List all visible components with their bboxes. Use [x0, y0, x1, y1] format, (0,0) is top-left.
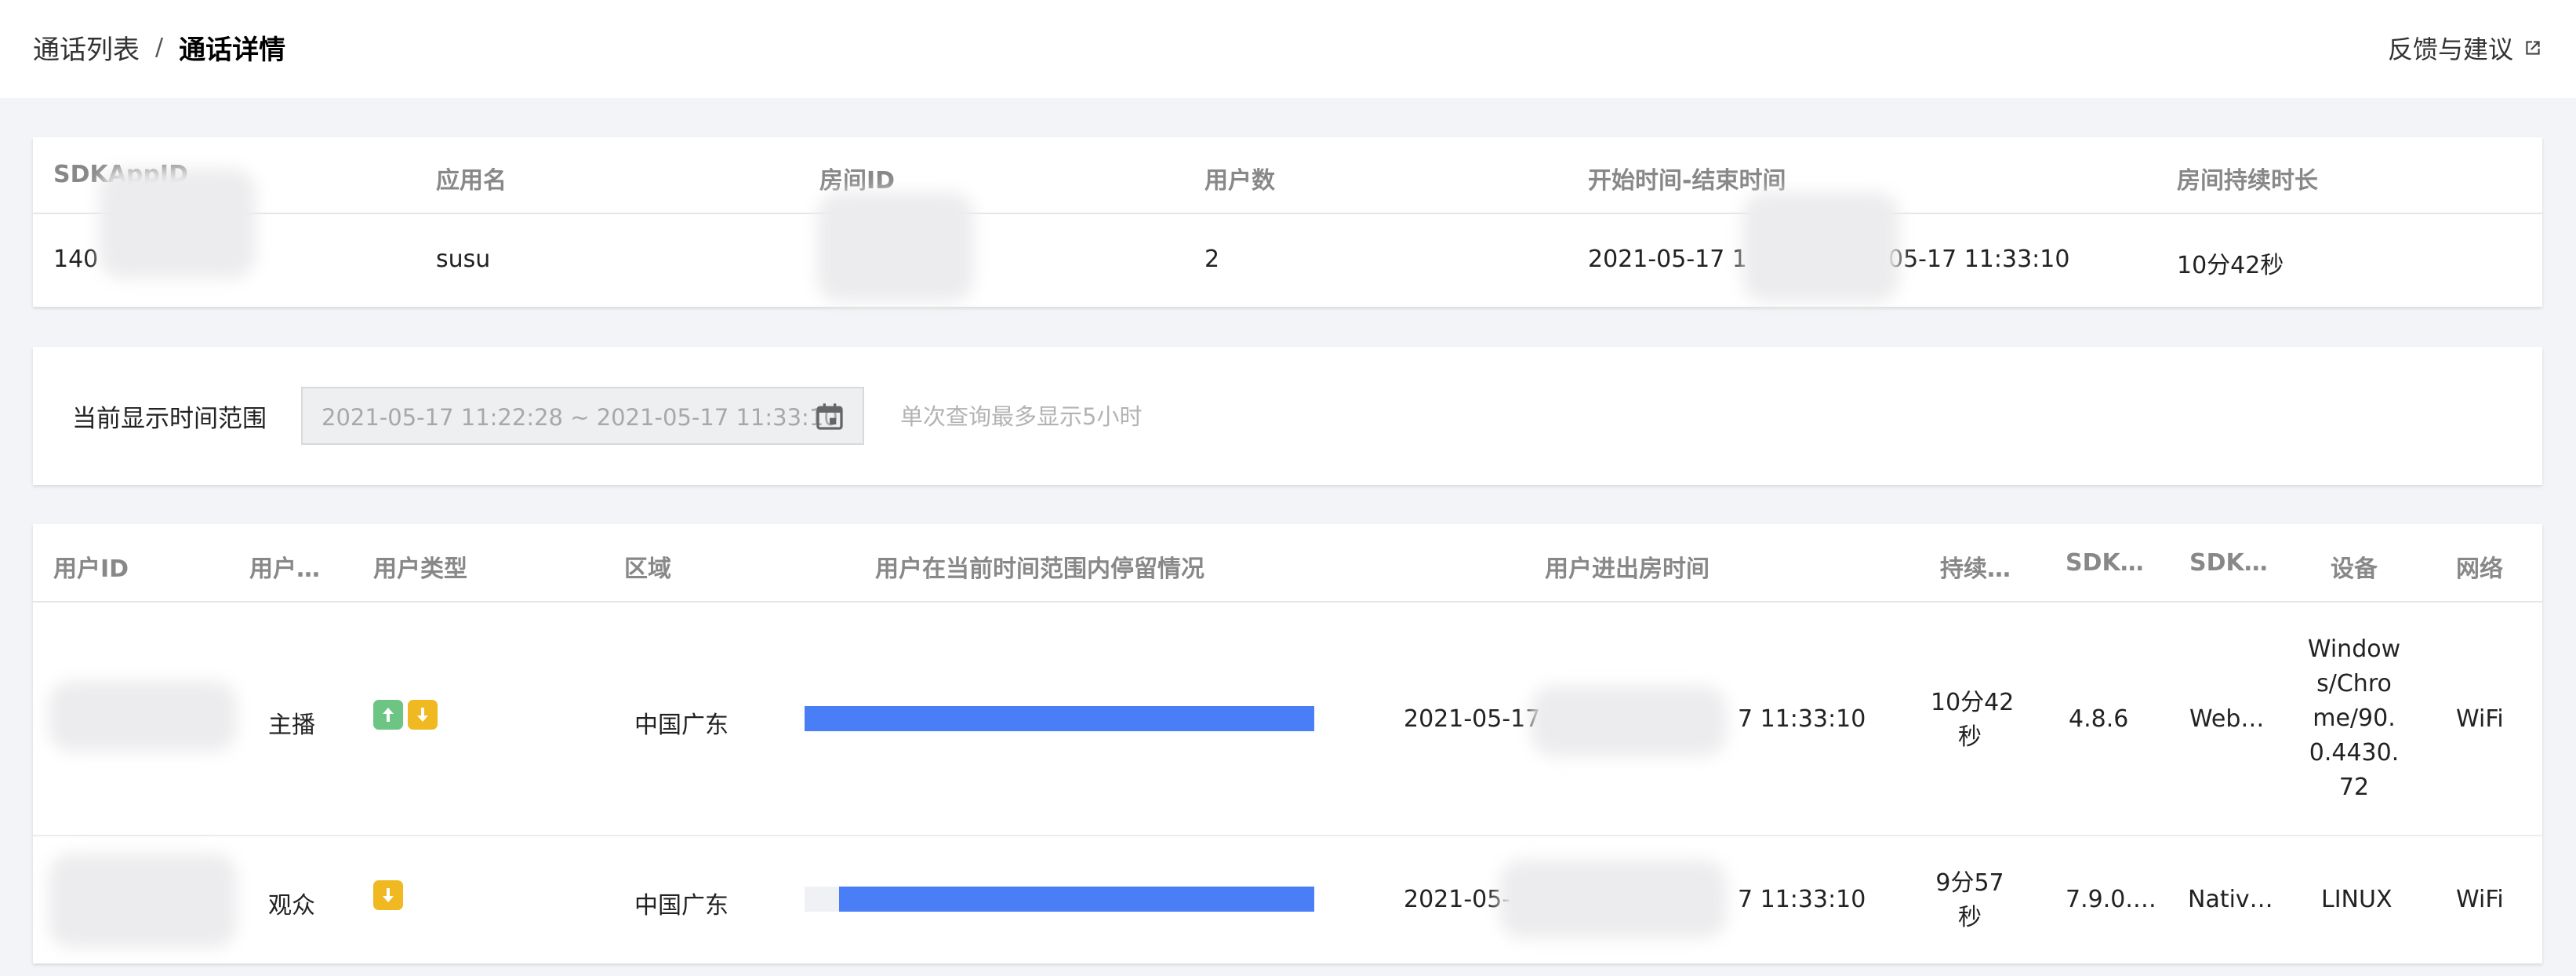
redacted-user-id: [49, 854, 237, 948]
col-user-id: 用户ID: [53, 555, 129, 583]
app-name-value: susu: [436, 246, 491, 273]
external-link-icon: [2526, 41, 2540, 55]
device-line: s/Chro: [2316, 670, 2392, 697]
time-range-label: 当前显示时间范围: [72, 405, 267, 433]
col-sdk-version: SDK…: [2066, 549, 2144, 577]
presence-bar-fill: [839, 887, 1314, 912]
col-user-name: 用户…: [249, 555, 320, 583]
join-time: 2021-05-17: [1404, 705, 1541, 733]
sdk-platform: Nativ…: [2188, 886, 2273, 913]
duration-line: 秒: [1958, 723, 1982, 751]
col-device: 设备: [2331, 555, 2378, 583]
room-summary-card: SDKAppID 应用名 房间ID 用户数 开始时间-结束时间 房间持续时长 1…: [33, 137, 2542, 307]
top-bar: 通话列表 / 通话详情 反馈与建议: [0, 0, 2576, 98]
duration-line: 9分57: [1935, 869, 2004, 897]
user-region: 中国广东: [634, 712, 728, 739]
leave-time: 7 11:33:10: [1738, 886, 1866, 913]
end-time-value: 05-17 11:33:10: [1888, 246, 2070, 273]
sdk-version: 7.9.0.…: [2066, 886, 2156, 913]
header-room-id: 房间ID: [819, 167, 896, 195]
downstream-icon: [408, 700, 438, 730]
header-user-count: 用户数: [1204, 167, 1275, 195]
sdkappid-value: 140: [53, 246, 99, 273]
col-join-leave-time: 用户进出房时间: [1545, 555, 1709, 583]
user-role: 主播: [268, 712, 315, 739]
calendar-icon: [816, 403, 843, 430]
presence-bar: [805, 706, 1314, 731]
device-info: LINUX: [2321, 886, 2393, 913]
redacted-user-id: [49, 681, 237, 752]
header-app-name: 应用名: [436, 167, 507, 195]
network-type: WiFi: [2456, 886, 2504, 913]
presence-bar: [805, 887, 1314, 912]
redacted-time: [1742, 192, 1899, 302]
col-user-type: 用户类型: [373, 555, 467, 583]
breadcrumb-separator: /: [155, 34, 164, 61]
col-presence: 用户在当前时间范围内停留情况: [875, 555, 1204, 583]
start-time-value: 2021-05-17 1: [1588, 246, 1747, 273]
network-type: WiFi: [2456, 705, 2504, 733]
device-line: 0.4430.: [2309, 739, 2400, 767]
time-range-card: 当前显示时间范围 2021-05-17 11:22:28 ~ 2021-05-1…: [33, 347, 2542, 485]
redacted-time: [1499, 860, 1727, 938]
duration-line: 10分42: [1931, 689, 2015, 716]
user-duration: 9分57 秒: [1931, 866, 2009, 935]
header-room-duration: 房间持续时长: [2177, 167, 2318, 195]
col-duration: 持续…: [1940, 555, 2011, 583]
join-time: 2021-05-: [1404, 886, 1511, 913]
room-duration-value: 10分42秒: [2177, 252, 2284, 279]
time-range-hint: 单次查询最多显示5小时: [900, 403, 1143, 430]
row-divider: [33, 835, 2542, 836]
upstream-icon: [373, 700, 403, 730]
stream-types: [373, 700, 442, 733]
col-network: 网络: [2456, 555, 2503, 583]
feedback-label: 反馈与建议: [2387, 35, 2513, 64]
col-region: 区域: [624, 555, 671, 583]
time-range-picker[interactable]: 2021-05-17 11:22:28 ~ 2021-05-17 11:33:1…: [301, 387, 864, 445]
user-region: 中国广东: [634, 892, 728, 920]
redacted-sdkappid: [99, 169, 256, 279]
device-info: Window s/Chro me/90. 0.4430. 72: [2307, 632, 2401, 805]
col-sdk-platform: SDK…: [2189, 549, 2268, 577]
users-table-header: 用户ID 用户… 用户类型 区域 用户在当前时间范围内停留情况 用户进出房时间 …: [33, 524, 2542, 603]
sdk-platform: Web…: [2189, 705, 2265, 733]
time-range-value: 2021-05-17 11:22:28 ~ 2021-05-17 11:33:1…: [322, 404, 838, 431]
device-line: me/90.: [2313, 705, 2396, 732]
sdk-version: 4.8.6: [2069, 705, 2129, 733]
redacted-room-id: [817, 192, 974, 302]
users-table-card: 用户ID 用户… 用户类型 区域 用户在当前时间范围内停留情况 用户进出房时间 …: [33, 524, 2542, 963]
feedback-link[interactable]: 反馈与建议: [2388, 30, 2543, 66]
downstream-icon: [373, 880, 403, 910]
redacted-time: [1531, 686, 1727, 756]
leave-time: 7 11:33:10: [1738, 705, 1866, 733]
header-start-end-time: 开始时间-结束时间: [1588, 167, 1786, 195]
breadcrumb-call-list[interactable]: 通话列表: [33, 28, 140, 67]
duration-line: 秒: [1958, 904, 1982, 931]
breadcrumb-current: 通话详情: [179, 35, 286, 66]
user-count-value: 2: [1204, 246, 1220, 273]
device-line: Window: [2307, 635, 2401, 663]
presence-bar-fill: [805, 706, 1314, 731]
breadcrumb: 通话列表 / 通话详情: [33, 28, 285, 67]
user-role: 观众: [268, 892, 315, 920]
stream-types: [373, 880, 408, 913]
user-duration: 10分42 秒: [1931, 686, 2015, 755]
summary-header: SDKAppID 应用名 房间ID 用户数 开始时间-结束时间 房间持续时长: [33, 137, 2542, 214]
device-line: 72: [2338, 774, 2370, 801]
